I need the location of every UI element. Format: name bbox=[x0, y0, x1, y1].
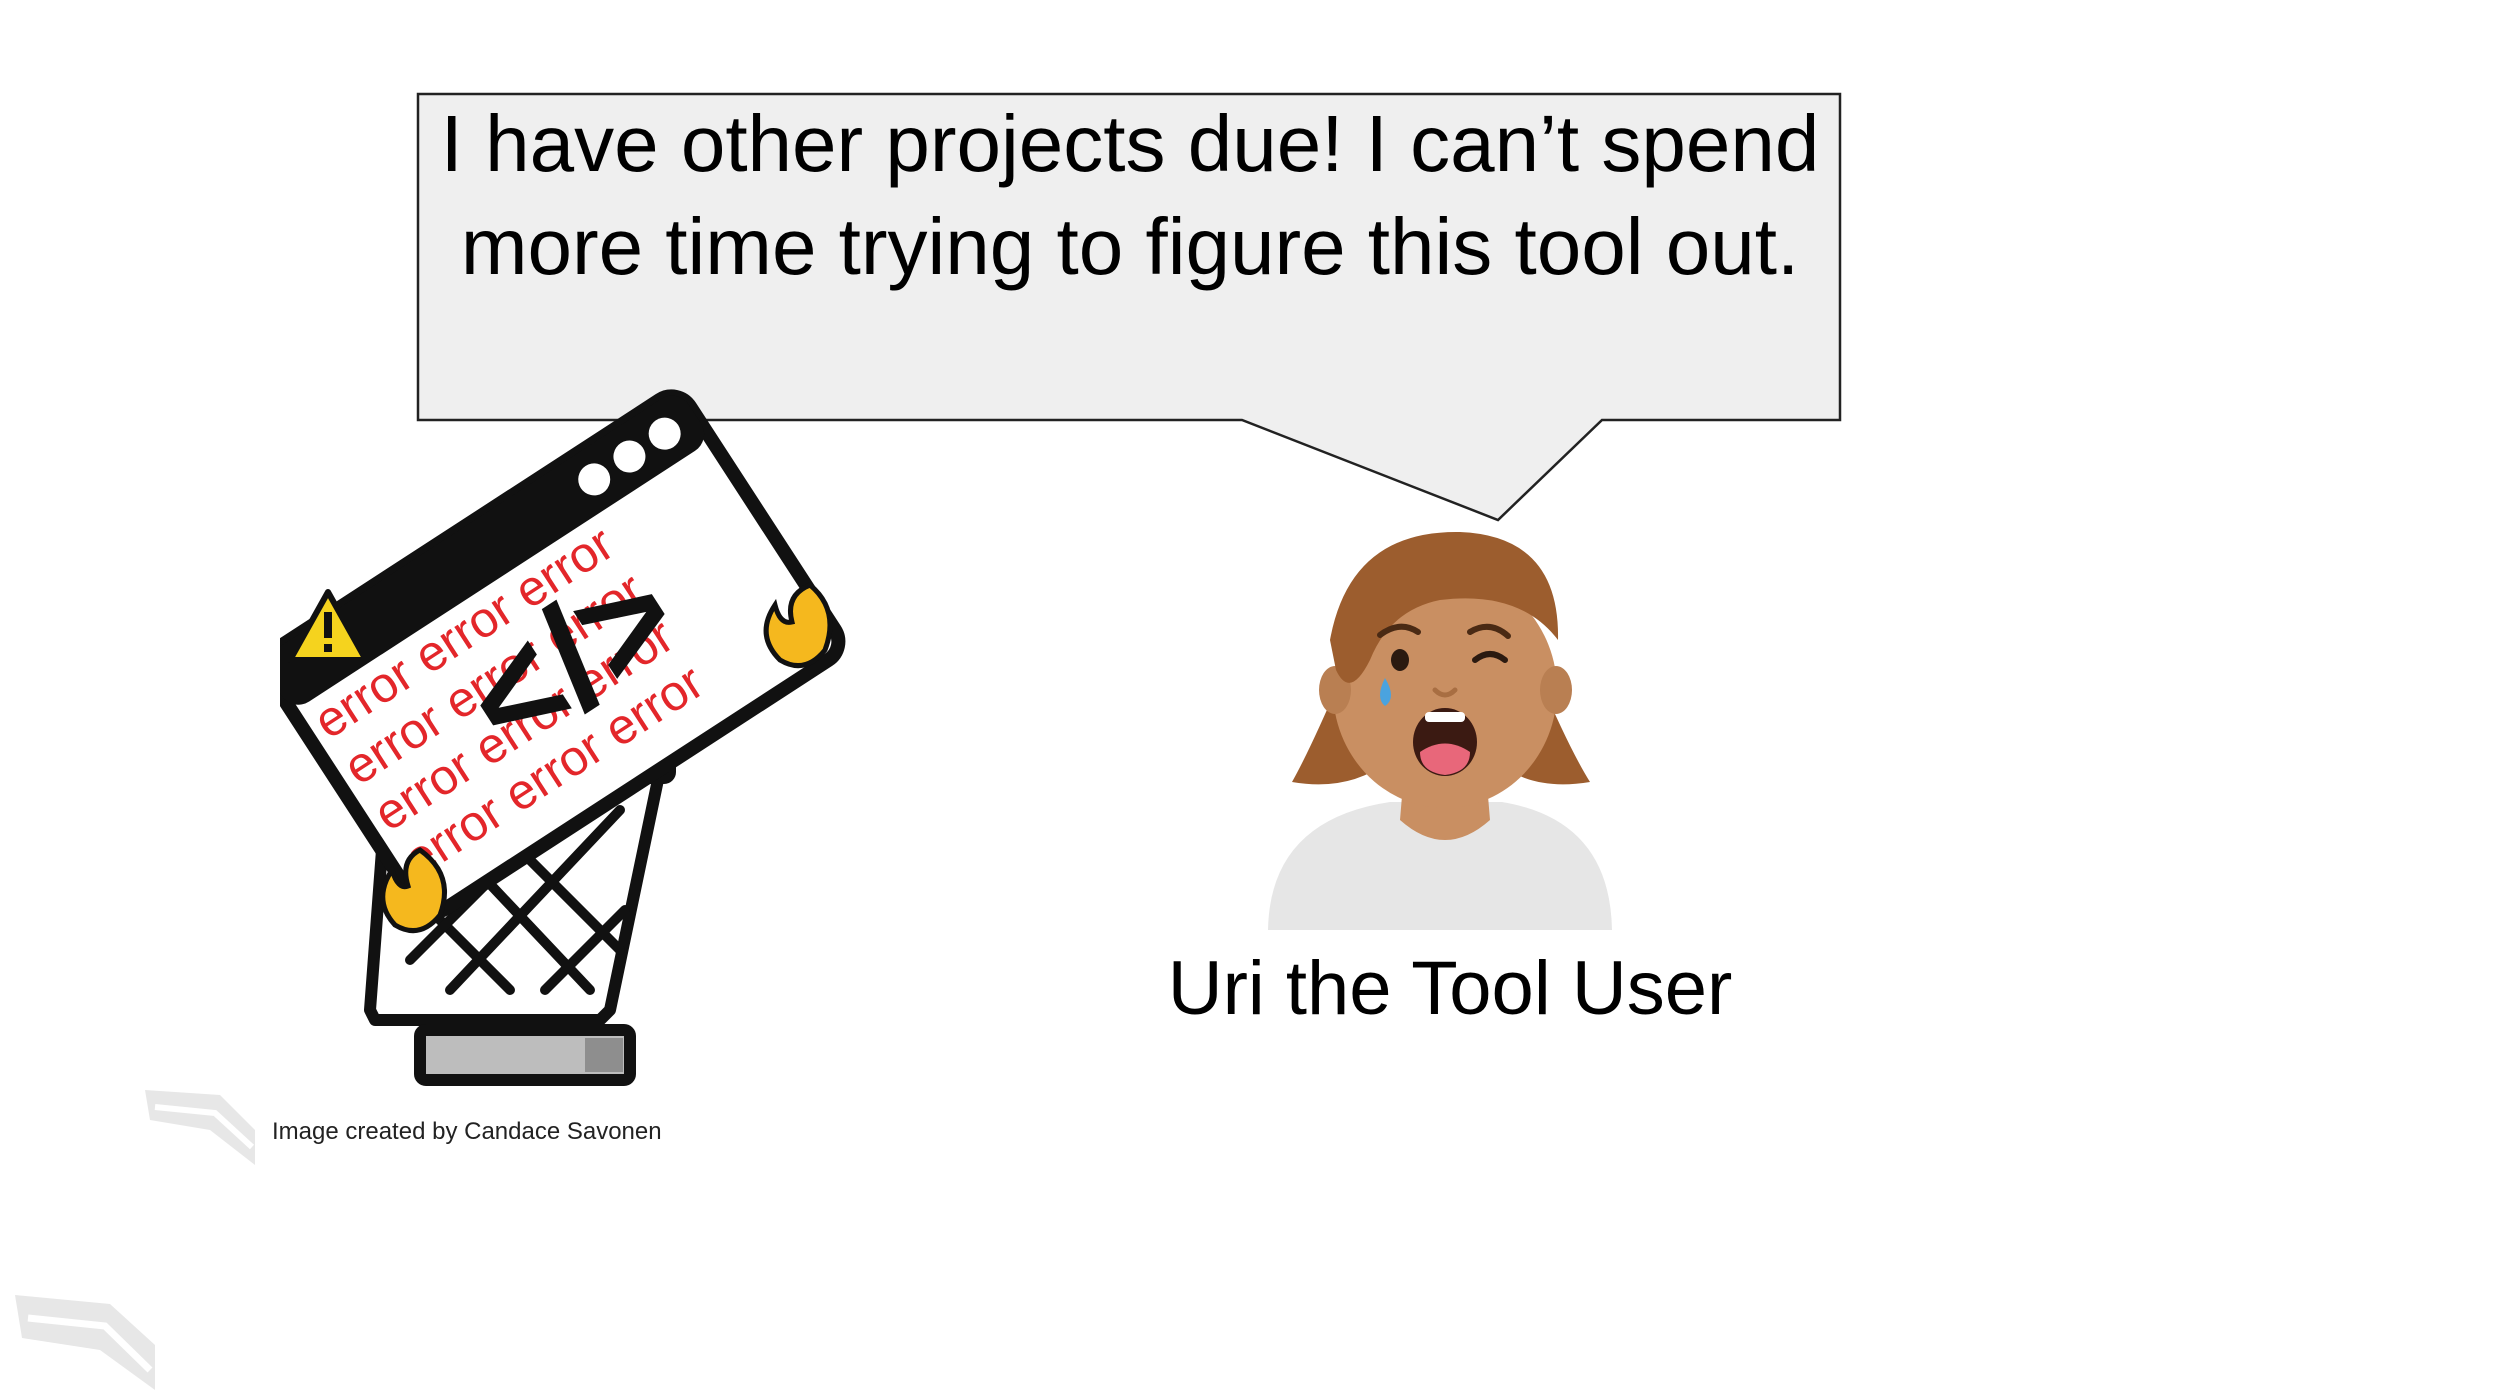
image-credit: Image created by Candace Savonen bbox=[272, 1118, 662, 1145]
corner-logo-icon bbox=[15, 1295, 155, 1390]
speech-bubble-text: I have other projects due! I can’t spend… bbox=[440, 99, 1820, 291]
credit-logo-icon bbox=[145, 1090, 255, 1165]
user-name-caption: Uri the Tool User bbox=[1167, 946, 1733, 1031]
frustrated-user-avatar bbox=[1268, 531, 1612, 930]
slide: I have other projects due! I can’t spend… bbox=[0, 0, 2500, 1390]
trash-can-error-illustration: error error error error error error erro… bbox=[280, 389, 846, 1086]
